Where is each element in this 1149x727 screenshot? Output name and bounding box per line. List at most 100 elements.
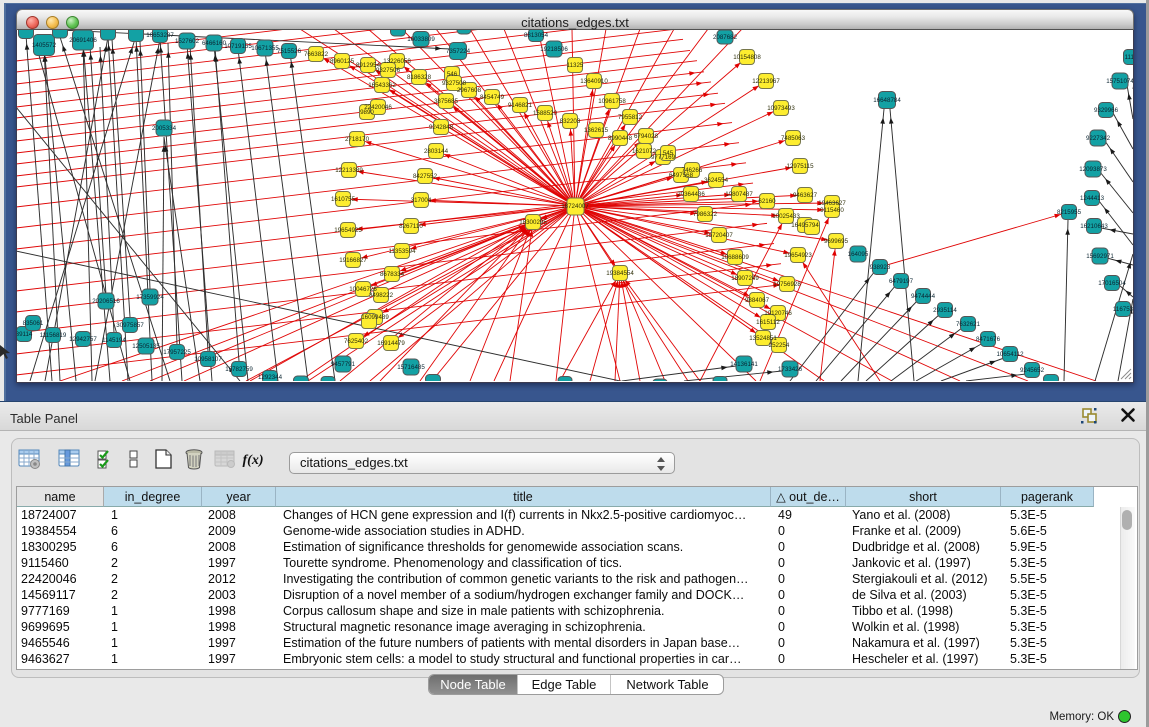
svg-text:317004: 317004 bbox=[411, 197, 432, 204]
svg-text:7986322: 7986322 bbox=[693, 211, 718, 218]
svg-text:19463627: 19463627 bbox=[818, 200, 846, 207]
svg-text:10688609: 10688609 bbox=[721, 254, 749, 261]
svg-text:10961758: 10961758 bbox=[598, 98, 626, 105]
svg-text:7625402: 7625402 bbox=[344, 338, 369, 345]
svg-text:9327506: 9327506 bbox=[376, 67, 401, 74]
svg-text:8267110: 8267110 bbox=[399, 223, 423, 230]
svg-text:19166827: 19166827 bbox=[339, 257, 367, 264]
svg-text:9227342: 9227342 bbox=[1086, 135, 1111, 142]
svg-text:30975857: 30975857 bbox=[116, 322, 144, 329]
svg-text:18724007: 18724007 bbox=[561, 203, 589, 210]
svg-text:2967608: 2967608 bbox=[457, 87, 482, 94]
svg-text:832203: 832203 bbox=[560, 118, 581, 125]
svg-text:1527602: 1527602 bbox=[175, 38, 200, 45]
svg-text:18907249: 18907249 bbox=[731, 275, 759, 282]
svg-text:9884067: 9884067 bbox=[745, 297, 770, 304]
svg-text:f(x): f(x) bbox=[243, 453, 264, 468]
svg-text:19218506: 19218506 bbox=[540, 46, 568, 53]
svg-text:14136141: 14136141 bbox=[730, 361, 758, 368]
svg-text:20691406: 20691406 bbox=[69, 37, 97, 44]
svg-text:13640910: 13640910 bbox=[580, 78, 608, 85]
svg-text:9474444: 9474444 bbox=[911, 293, 936, 300]
svg-text:9329966: 9329966 bbox=[1094, 107, 1119, 114]
svg-text:164095: 164095 bbox=[848, 251, 869, 258]
svg-text:2935114: 2935114 bbox=[933, 307, 957, 314]
svg-text:1610755: 1610755 bbox=[331, 196, 356, 203]
svg-text:938923: 938923 bbox=[870, 264, 891, 271]
svg-text:9242848: 9242848 bbox=[429, 124, 454, 131]
svg-text:8186328: 8186328 bbox=[407, 74, 432, 81]
svg-text:16210643: 16210643 bbox=[1080, 223, 1108, 230]
svg-text:9245652: 9245652 bbox=[1020, 367, 1045, 374]
svg-text:19654925: 19654925 bbox=[334, 227, 362, 234]
svg-text:17359924: 17359924 bbox=[136, 294, 164, 301]
svg-text:9146821: 9146821 bbox=[508, 102, 533, 109]
svg-text:13524851: 13524851 bbox=[749, 335, 777, 342]
svg-text:1405572: 1405572 bbox=[32, 42, 57, 49]
svg-text:6466160: 6466160 bbox=[202, 40, 227, 47]
svg-text:11156819: 11156819 bbox=[40, 332, 67, 339]
svg-text:17016504: 17016504 bbox=[1098, 280, 1126, 287]
svg-text:15692971: 15692971 bbox=[1086, 253, 1114, 260]
svg-text:10025433: 10025433 bbox=[772, 213, 800, 220]
svg-text:7663822: 7663822 bbox=[304, 51, 329, 58]
svg-text:13226058: 13226058 bbox=[383, 58, 411, 65]
svg-text:3498222: 3498222 bbox=[369, 292, 394, 299]
svg-text:12505135: 12505135 bbox=[132, 343, 160, 350]
svg-text:19654923: 19654923 bbox=[784, 252, 812, 259]
svg-text:1362615: 1362615 bbox=[584, 127, 609, 134]
svg-text:16543362: 16543362 bbox=[368, 82, 396, 89]
svg-text:8960125: 8960125 bbox=[330, 58, 355, 65]
svg-text:12975115: 12975115 bbox=[786, 163, 814, 170]
svg-text:12213967: 12213967 bbox=[752, 78, 780, 85]
svg-text:12213389: 12213389 bbox=[335, 167, 363, 174]
svg-text:746266: 746266 bbox=[682, 167, 703, 174]
svg-text:12093873: 12093873 bbox=[1079, 166, 1107, 173]
svg-text:1292344: 1292344 bbox=[258, 374, 283, 381]
svg-text:1588520: 1588520 bbox=[533, 110, 558, 117]
svg-text:1733426: 1733426 bbox=[778, 366, 803, 373]
svg-text:19756928: 19756928 bbox=[773, 281, 801, 288]
svg-text:15720407: 15720407 bbox=[705, 232, 733, 239]
svg-text:11325: 11325 bbox=[567, 62, 584, 69]
svg-text:3875685: 3875685 bbox=[434, 98, 459, 105]
svg-text:6479197: 6479197 bbox=[889, 278, 914, 285]
svg-text:116753: 116753 bbox=[1113, 306, 1133, 313]
svg-text:12942757: 12942757 bbox=[69, 336, 97, 343]
svg-text:1112: 1112 bbox=[1125, 54, 1133, 61]
svg-text:62160: 62160 bbox=[758, 198, 776, 205]
svg-text:2718170: 2718170 bbox=[345, 136, 370, 143]
svg-text:22420046: 22420046 bbox=[364, 104, 392, 111]
svg-text:10654112: 10654112 bbox=[996, 351, 1024, 358]
svg-text:10958107: 10958107 bbox=[194, 356, 222, 363]
svg-text:7357224: 7357224 bbox=[446, 48, 471, 55]
svg-text:17957225: 17957225 bbox=[163, 349, 191, 356]
svg-text:10973493: 10973493 bbox=[767, 105, 795, 112]
svg-text:20364436: 20364436 bbox=[677, 191, 705, 198]
svg-text:16648784: 16648784 bbox=[873, 97, 901, 104]
svg-text:7955812: 7955812 bbox=[618, 114, 643, 121]
svg-text:16782759: 16782759 bbox=[225, 366, 253, 373]
svg-text:20206516: 20206516 bbox=[92, 298, 120, 305]
svg-text:11353594: 11353594 bbox=[388, 248, 416, 255]
svg-text:10154808: 10154808 bbox=[733, 54, 761, 61]
svg-text:9327508: 9327508 bbox=[442, 80, 467, 87]
svg-text:19384554: 19384554 bbox=[606, 270, 634, 277]
svg-text:9457791: 9457791 bbox=[331, 361, 356, 368]
svg-text:16495794: 16495794 bbox=[791, 222, 819, 229]
svg-text:8454749: 8454749 bbox=[480, 94, 505, 101]
svg-text:16033809: 16033809 bbox=[407, 36, 435, 43]
svg-text:7485063: 7485063 bbox=[781, 135, 806, 142]
svg-text:1615112: 1615112 bbox=[756, 319, 780, 326]
svg-text:545: 545 bbox=[663, 150, 674, 157]
svg-text:10653287: 10653287 bbox=[146, 32, 174, 39]
svg-text:15716485: 15716485 bbox=[397, 364, 425, 371]
svg-text:10719155: 10719155 bbox=[224, 43, 252, 50]
svg-text:9699695: 9699695 bbox=[824, 238, 849, 245]
svg-text:15751074: 15751074 bbox=[1106, 78, 1133, 85]
svg-text:8427552: 8427552 bbox=[413, 173, 438, 180]
svg-text:3624554: 3624554 bbox=[704, 177, 729, 184]
svg-text:10120746: 10120746 bbox=[764, 310, 792, 317]
svg-text:8215955: 8215955 bbox=[1057, 209, 1082, 216]
svg-text:9115460: 9115460 bbox=[820, 207, 844, 214]
